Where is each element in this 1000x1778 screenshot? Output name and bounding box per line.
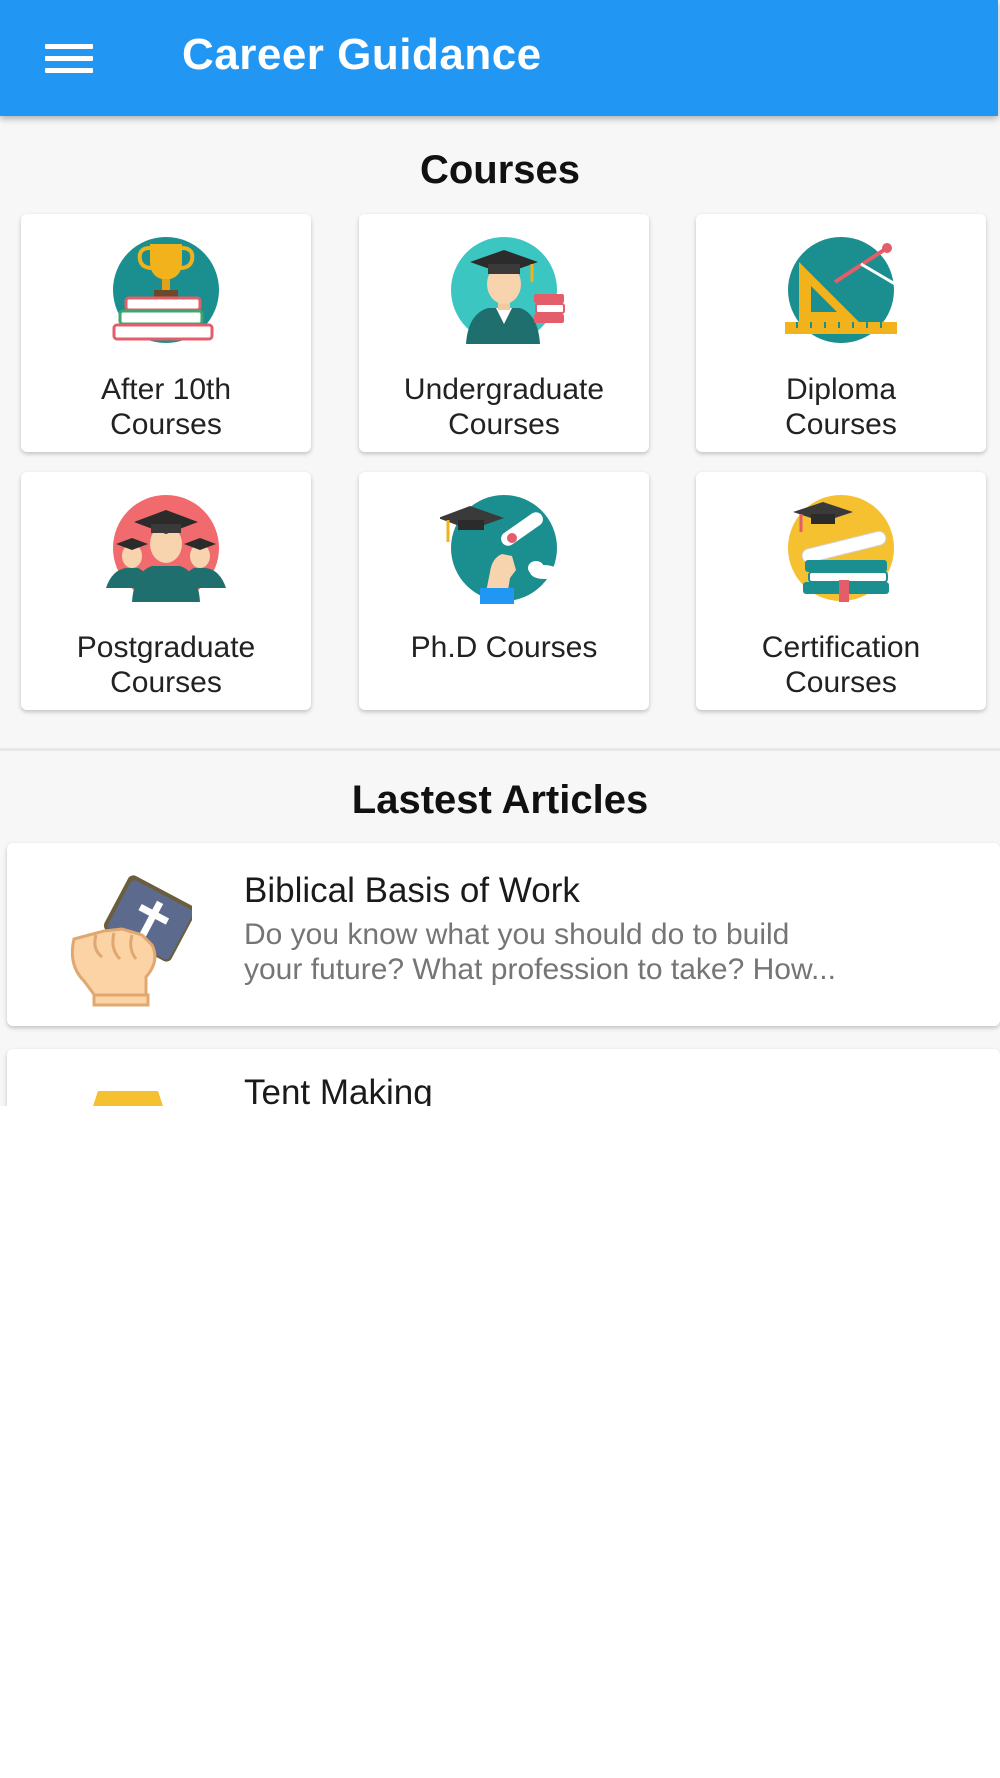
hamburger-menu-icon[interactable] — [34, 30, 104, 86]
hand-holding-bible-icon — [70, 875, 192, 1007]
graduates-group-icon — [106, 495, 226, 602]
course-card-after-10th[interactable]: After 10th Courses — [21, 214, 311, 452]
course-card-phd[interactable]: Ph.D Courses — [359, 472, 649, 710]
course-label: After 10th Courses — [100, 373, 232, 441]
diploma-scroll-icon — [440, 495, 558, 604]
tent-icon — [93, 1091, 163, 1106]
course-label: Ph.D Courses — [410, 631, 598, 664]
course-card-diploma[interactable]: Diploma Courses — [696, 214, 986, 452]
courses-section-title: Courses — [419, 148, 581, 192]
course-card-postgraduate[interactable]: Postgraduate Courses — [21, 472, 311, 710]
certificate-books-icon — [788, 495, 894, 602]
article-card-tent-making[interactable]: Tent Making — [7, 1049, 1000, 1106]
course-label: Diploma Courses — [785, 373, 897, 441]
articles-section-title: Lastest Articles — [351, 778, 649, 822]
ruler-compass-icon — [785, 237, 897, 343]
article-description: Do you know what you should do to build … — [244, 918, 836, 986]
course-card-certification[interactable]: Certification Courses — [696, 472, 986, 710]
app-screen: Career Guidance Courses After 10th Cours… — [0, 0, 1000, 1106]
course-label: Postgraduate Courses — [76, 631, 256, 699]
graduate-student-icon — [451, 237, 565, 344]
course-card-undergraduate[interactable]: Undergraduate Courses — [359, 214, 649, 452]
article-card-biblical-basis-of-work[interactable]: Biblical Basis of Work Do you know what … — [7, 843, 1000, 1026]
article-title: Tent Making — [244, 1073, 433, 1106]
trophy-books-icon — [112, 237, 219, 343]
course-label: Undergraduate Courses — [403, 373, 605, 441]
article-title: Biblical Basis of Work — [244, 871, 580, 910]
app-title: Career Guidance — [182, 30, 542, 79]
app-bar: Career Guidance — [0, 0, 998, 116]
course-label: Certification Courses — [761, 631, 921, 699]
section-divider — [0, 748, 1000, 751]
